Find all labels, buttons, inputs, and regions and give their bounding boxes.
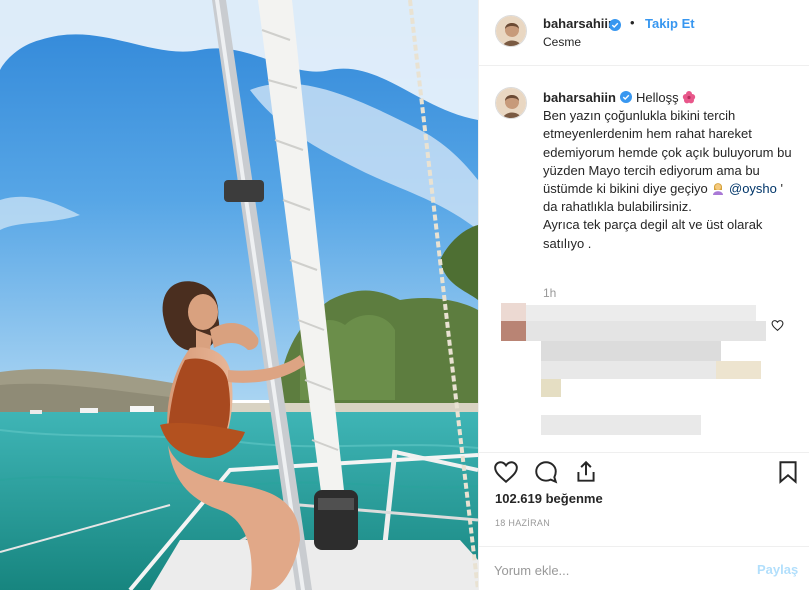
post-photo[interactable] [0,0,478,590]
blurred-comments [491,295,791,445]
sailboat-photo-image [0,0,478,590]
caption-body-3: Ayrıca tek parça degil alt ve üst olarak… [543,217,763,251]
post-location[interactable]: Cesme [543,35,581,49]
avatar[interactable] [495,15,527,47]
mention-link[interactable]: @oysho [729,181,777,196]
comment-icon[interactable] [533,459,559,485]
verified-badge-icon [609,18,621,31]
likes-count[interactable]: 102.619 beğenme [495,491,603,506]
share-icon[interactable] [573,459,599,485]
header-separator: • [630,15,635,30]
hibiscus-emoji-icon [682,90,696,104]
heart-icon[interactable] [493,459,519,485]
post-date: 18 HAZİRAN [495,518,551,528]
comment-input[interactable] [494,561,734,579]
post-side-panel: baharsahiin • Takip Et Cesme baharsahiin… [478,0,809,590]
comment-bar: Paylaş [479,546,809,590]
caption-area: baharsahiin Helloşş Ben yazın çoğunlukla … [479,67,809,452]
bookmark-icon[interactable] [775,459,801,485]
caption-text: baharsahiin Helloşş Ben yazın çoğunlukla … [543,89,798,253]
caption-greeting: Helloşş [635,90,679,105]
follow-button[interactable]: Takip Et [645,16,695,31]
post-actions: 102.619 beğenme 18 HAZİRAN Paylaş [479,452,809,590]
post-comment-button[interactable]: Paylaş [757,562,798,577]
post-author-username[interactable]: baharsahiin [543,16,616,31]
caption-username[interactable]: baharsahiin [543,90,616,105]
caption-verified-badge-icon [619,90,632,103]
comment-like-heart-icon[interactable] [771,319,784,332]
caption-avatar[interactable] [495,87,527,119]
person-emoji-icon [711,181,725,196]
post-header: baharsahiin • Takip Et Cesme [479,0,809,66]
